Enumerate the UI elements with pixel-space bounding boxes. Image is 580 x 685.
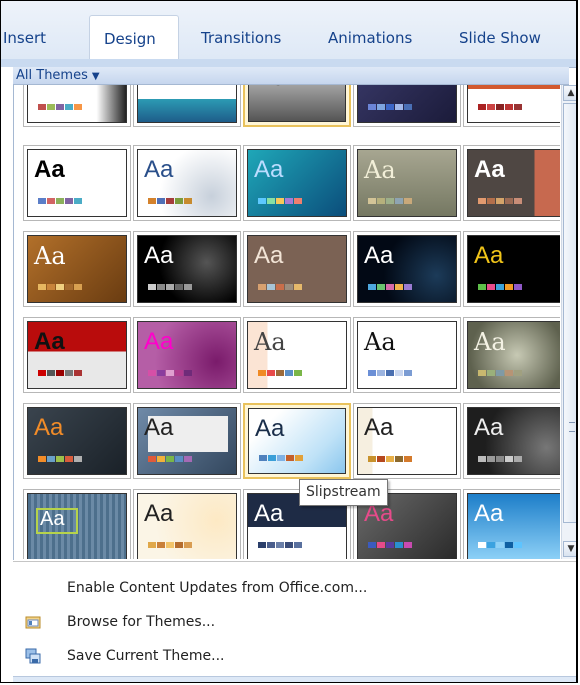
- scrollbar-thumb[interactable]: [563, 103, 576, 523]
- theme-thumbnail[interactable]: Aa: [23, 231, 131, 307]
- chevron-down-icon: ▼: [91, 71, 100, 82]
- all-themes-header[interactable]: All Themes ▼: [13, 67, 569, 85]
- theme-thumbnail-slipstream[interactable]: Aa: [243, 403, 351, 479]
- theme-thumbnail[interactable]: Aa: [353, 85, 461, 127]
- theme-thumbnail[interactable]: Aa: [23, 317, 131, 393]
- themes-menu: Enable Content Updates from Office.com..…: [13, 561, 576, 677]
- theme-thumbnail[interactable]: Aa: [133, 231, 241, 307]
- save-theme-icon: [25, 648, 41, 664]
- theme-thumbnail-grid: Aa Aa Aa Aa Aa Aa Aa Aa Aa Aa Aa Aa Aa A…: [13, 85, 560, 559]
- theme-thumbnail[interactable]: Aa: [133, 403, 241, 479]
- grip-icon: [569, 422, 575, 432]
- theme-thumbnail[interactable]: Aa: [23, 403, 131, 479]
- theme-thumbnail[interactable]: Aa: [243, 85, 351, 127]
- theme-thumbnail[interactable]: Aa: [463, 403, 560, 479]
- gallery-scrollbar[interactable]: ▲ ▼: [561, 85, 576, 559]
- save-current-theme-item[interactable]: Save Current Theme...: [67, 646, 225, 666]
- theme-thumbnail[interactable]: Aa: [133, 317, 241, 393]
- themes-dropdown-window: Insert Design Transitions Animations Sli…: [0, 0, 578, 683]
- tab-animations[interactable]: Animations: [328, 18, 412, 58]
- theme-thumbnail[interactable]: Aa: [353, 231, 461, 307]
- tab-design[interactable]: Design: [89, 15, 179, 63]
- enable-content-updates-item[interactable]: Enable Content Updates from Office.com..…: [67, 578, 367, 598]
- theme-thumbnail[interactable]: Aa: [353, 145, 461, 221]
- scroll-up-icon[interactable]: ▲: [563, 85, 576, 101]
- theme-thumbnail[interactable]: Aa: [463, 489, 560, 559]
- theme-thumbnail[interactable]: Aa: [243, 145, 351, 221]
- theme-thumbnail[interactable]: Aa: [463, 317, 560, 393]
- menu-bottom-border: [13, 676, 576, 682]
- theme-thumbnail[interactable]: Aa: [353, 317, 461, 393]
- theme-thumbnail[interactable]: Aa: [23, 489, 131, 559]
- tab-insert[interactable]: Insert: [3, 18, 46, 58]
- theme-thumbnail[interactable]: Aa: [463, 231, 560, 307]
- theme-tooltip: Slipstream: [299, 479, 388, 506]
- theme-thumbnail[interactable]: Aa: [133, 489, 241, 559]
- theme-thumbnail[interactable]: Aa: [463, 145, 560, 221]
- ribbon-tab-bar: Insert Design Transitions Animations Sli…: [1, 1, 576, 63]
- tab-slide-show[interactable]: Slide Show: [459, 18, 541, 58]
- theme-thumbnail[interactable]: Aa: [243, 317, 351, 393]
- all-themes-label: All Themes: [16, 68, 88, 83]
- theme-thumbnail[interactable]: Aa: [133, 145, 241, 221]
- theme-thumbnail[interactable]: Aa: [133, 85, 241, 127]
- theme-thumbnail[interactable]: Aa: [353, 403, 461, 479]
- ribbon-border: [1, 59, 576, 67]
- theme-thumbnail[interactable]: Aa: [243, 231, 351, 307]
- theme-thumbnail[interactable]: Aa: [23, 85, 131, 127]
- tab-transitions[interactable]: Transitions: [201, 18, 281, 58]
- folder-icon: [25, 614, 41, 630]
- scroll-down-icon[interactable]: ▼: [563, 541, 576, 557]
- browse-for-themes-item[interactable]: Browse for Themes...: [67, 612, 215, 632]
- theme-thumbnail[interactable]: Aa: [463, 85, 560, 127]
- theme-thumbnail[interactable]: Aa: [23, 145, 131, 221]
